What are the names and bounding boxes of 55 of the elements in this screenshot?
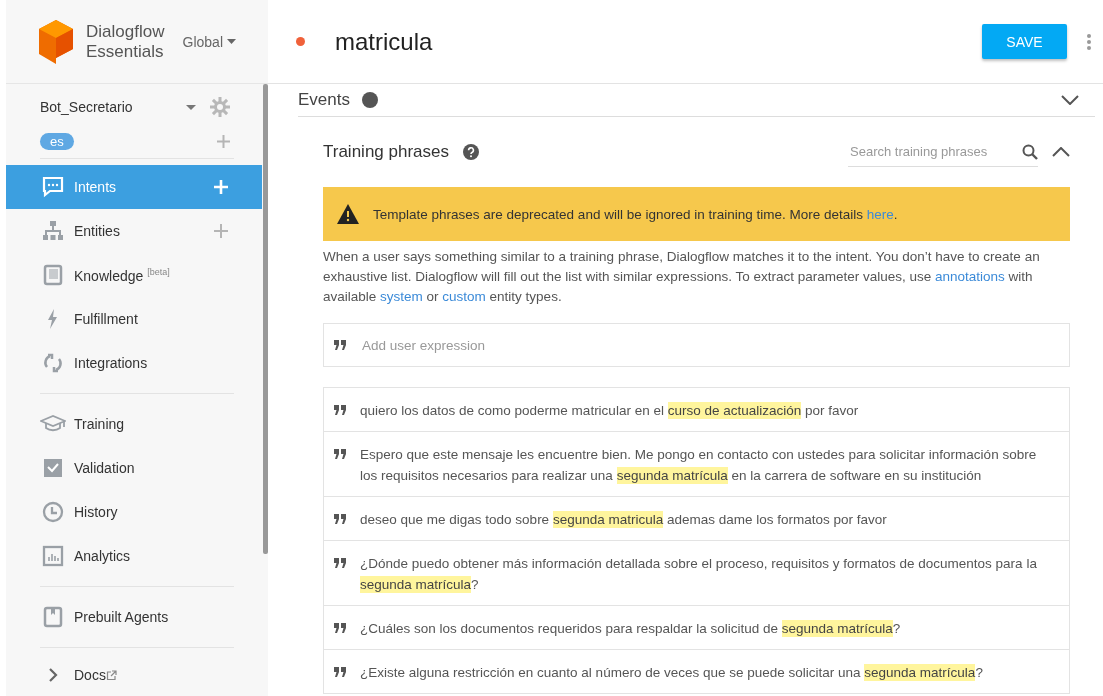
link[interactable]: system bbox=[380, 289, 423, 304]
nav-icon bbox=[42, 606, 64, 628]
scrollbar[interactable] bbox=[263, 84, 268, 554]
expand-icon[interactable] bbox=[1061, 95, 1079, 105]
nav-item[interactable]: Docs bbox=[6, 656, 262, 694]
nav-icon bbox=[42, 545, 64, 567]
training-phrase[interactable]: Espero que este mensaje les encuentre bien. Me pongo en contacto con ustedes para solicitar información sobre los requisitos necesarios para realizar una segunda matrícula en la carrera de software en su institución bbox=[360, 444, 1039, 486]
caret-icon[interactable] bbox=[186, 104, 196, 110]
nav-item[interactable]: History bbox=[6, 490, 262, 534]
nav-item[interactable]: Training bbox=[6, 402, 262, 446]
nav-item[interactable]: Entities bbox=[6, 209, 262, 253]
search-icon[interactable] bbox=[1022, 143, 1038, 160]
quote-icon bbox=[334, 405, 346, 415]
quote-icon bbox=[334, 340, 346, 350]
nav-icon bbox=[42, 176, 64, 198]
nav-icon bbox=[42, 220, 64, 242]
nav-item[interactable]: Analytics bbox=[6, 534, 262, 578]
nav-icon bbox=[46, 667, 60, 683]
quote-icon bbox=[334, 514, 346, 524]
nav-icon bbox=[42, 501, 64, 523]
nav-icon bbox=[42, 264, 64, 286]
quote-icon bbox=[334, 558, 346, 568]
link[interactable]: annotations bbox=[935, 269, 1005, 284]
nav-item[interactable]: Knowledge $^{[beta]}$ bbox=[6, 253, 262, 297]
section-title: Events bbox=[298, 90, 350, 110]
quote-icon bbox=[334, 623, 346, 633]
training-phrase[interactable]: quiero los datos de como poderme matricular en el curso de actualización por favor bbox=[360, 400, 859, 421]
warning-icon bbox=[337, 204, 359, 224]
link[interactable]: custom bbox=[442, 289, 486, 304]
nav-item[interactable]: Prebuilt Agents bbox=[6, 595, 262, 639]
training-phrase[interactable]: deseo que me digas todo sobre segunda matricula ademas dame los formatos por favor bbox=[360, 509, 887, 530]
external-link-icon bbox=[105, 669, 117, 681]
section-title: Training phrases bbox=[323, 142, 449, 162]
training-phrase[interactable]: ¿Dónde puedo obtener más información detallada sobre el proceso, requisitos y formatos de documentos para la segunda matrícula? bbox=[360, 553, 1039, 595]
region-dropdown[interactable]: Global bbox=[182, 33, 236, 50]
search-field[interactable]: Search training phrases bbox=[848, 143, 1022, 160]
nav-item[interactable]: Fulfillment bbox=[6, 297, 262, 341]
agent-name[interactable]: Bot_Secretario bbox=[40, 99, 133, 115]
quote-icon bbox=[334, 449, 346, 459]
product-name: Dialogflow Essentials bbox=[86, 21, 165, 62]
nav-icon bbox=[42, 457, 64, 479]
training-phrase[interactable]: ¿Existe alguna restricción en cuanto al número de veces que se puede solicitar una segunda matrícula? bbox=[360, 662, 983, 683]
collapse-icon[interactable] bbox=[1052, 147, 1070, 157]
nav-icon bbox=[42, 352, 64, 374]
caret-icon bbox=[227, 39, 236, 44]
add-expression-box[interactable]: Add user expression bbox=[323, 323, 1070, 367]
quote-icon bbox=[334, 667, 346, 677]
warning-text: Template phrases are deprecated and will be ignored in training time. More details here. bbox=[373, 206, 898, 222]
nav-item[interactable]: Validation bbox=[6, 446, 262, 490]
add-expression-field[interactable]: Add user expression bbox=[360, 336, 1069, 354]
help-text: When a user says something similar to a training phrase, Dialogflow matches it to the intent. You don’t have to create an exhaustive list. Dialogflow will fill out the list with similar expressions. To extract parameter values, use annotations with available system or custom entity types. bbox=[323, 248, 1041, 306]
intent-title: matricula bbox=[335, 27, 433, 56]
nav-item[interactable]: Integrations bbox=[6, 341, 262, 385]
logo-icon bbox=[38, 18, 74, 65]
more-icon[interactable] bbox=[1087, 33, 1091, 50]
